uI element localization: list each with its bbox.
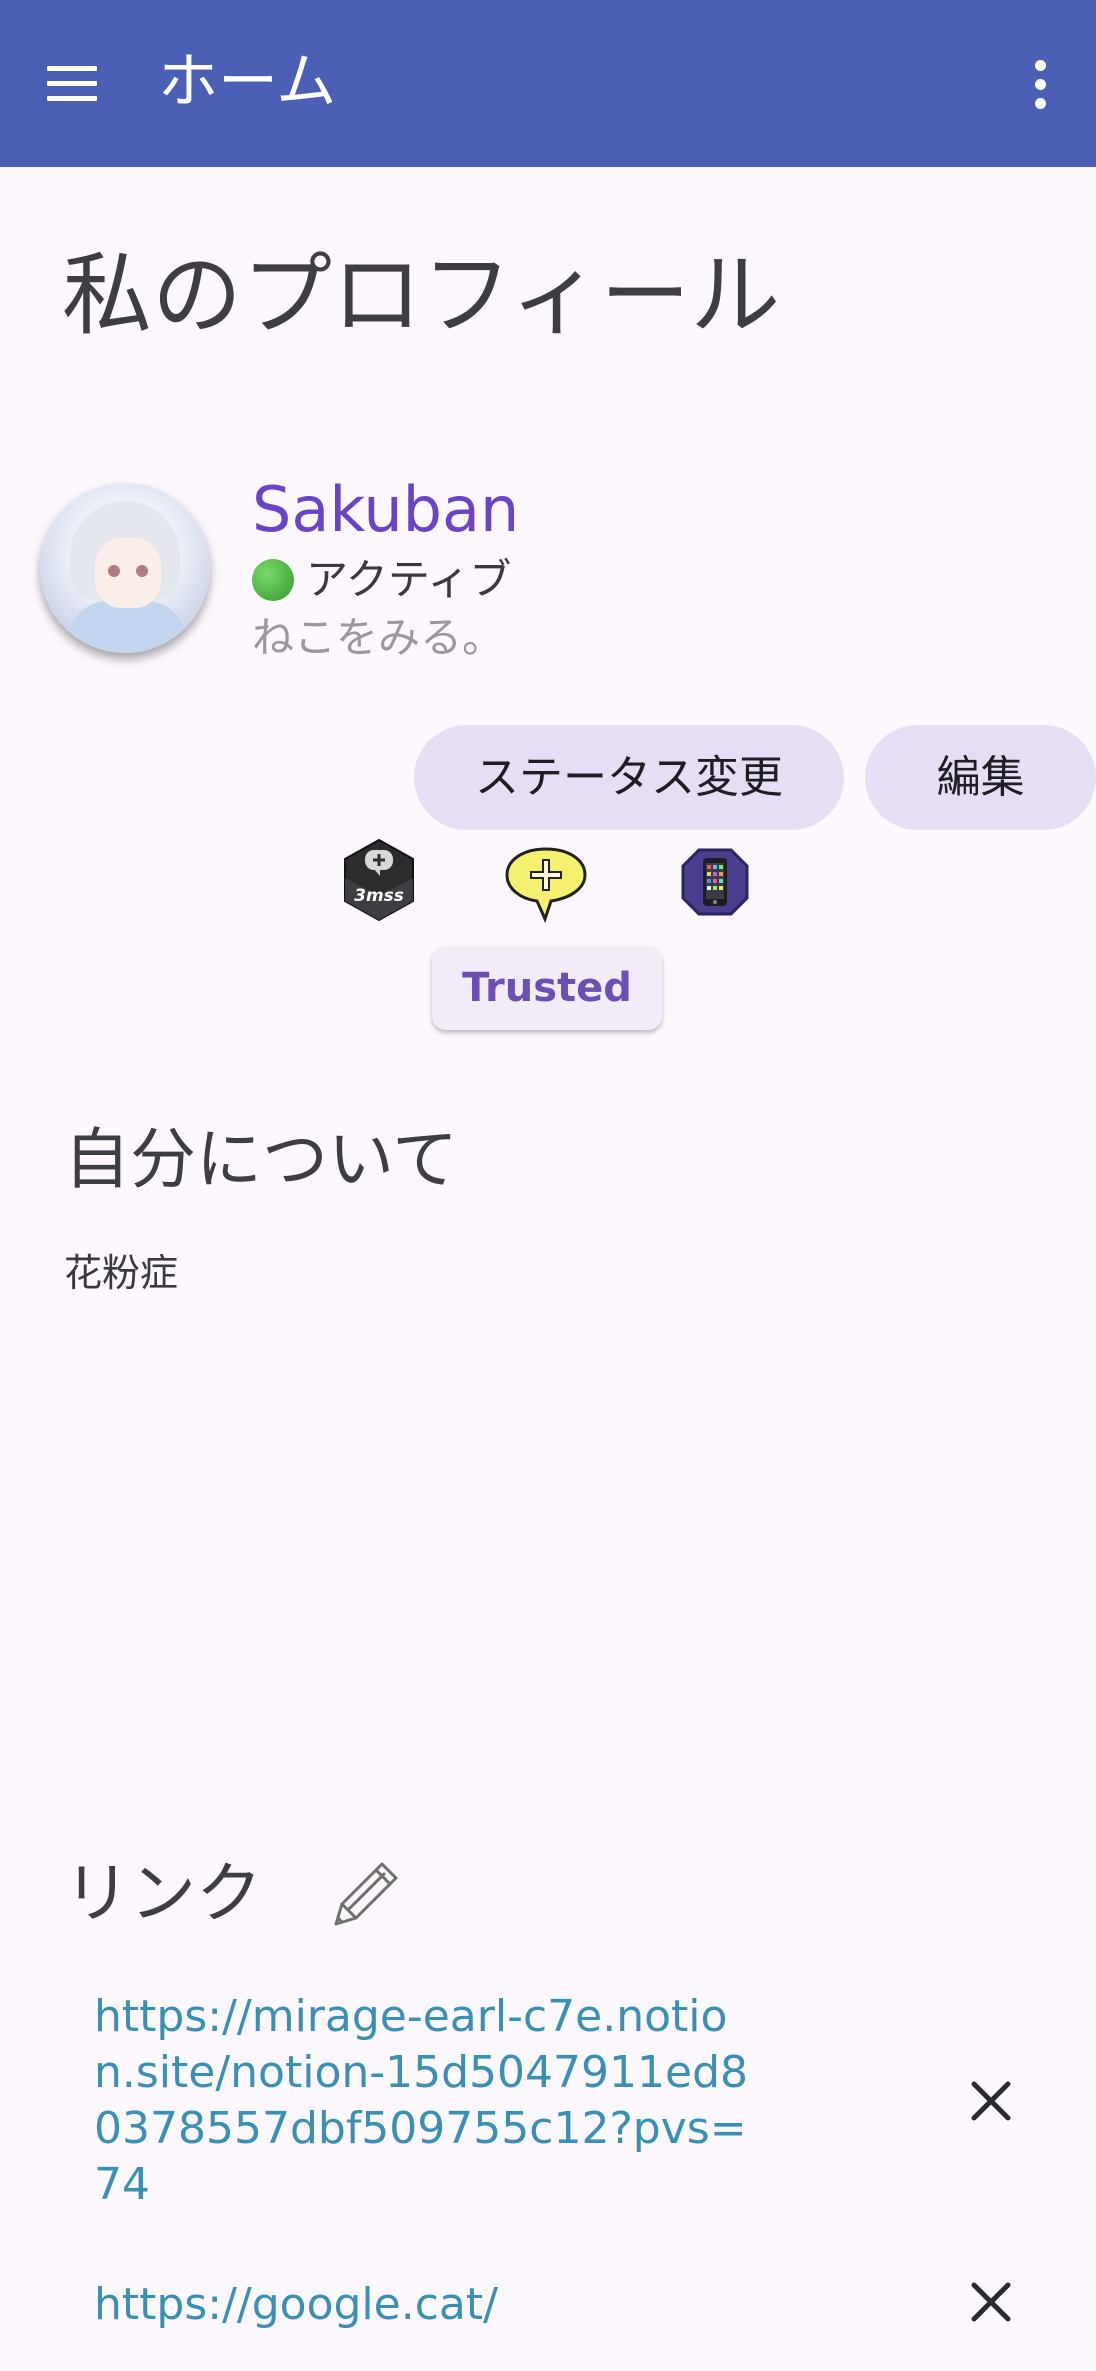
links-heading: リンク — [64, 1855, 262, 1932]
link-url[interactable]: https://mirage-earl-c7e.notion.site/noti… — [94, 1989, 754, 2213]
username: Sakuban — [252, 473, 520, 546]
close-icon[interactable] — [960, 2271, 1022, 2333]
app-bar: ホーム — [0, 0, 1096, 167]
plus-speech-badge-icon[interactable] — [503, 845, 589, 923]
hamburger-menu-icon[interactable] — [30, 45, 114, 121]
badge-hex-text: 3mss — [354, 886, 404, 906]
close-icon[interactable] — [960, 2070, 1022, 2132]
about-text: 花粉症 — [64, 1251, 179, 1295]
status-label: アクティブ — [306, 555, 512, 604]
pencil-icon[interactable] — [326, 1858, 402, 1934]
change-status-button[interactable]: ステータス変更 — [414, 725, 844, 830]
phone-badge-icon[interactable] — [681, 848, 749, 916]
about-heading: 自分について — [64, 1121, 459, 1198]
status-description: ねこをみる。 — [252, 613, 505, 662]
status-line: アクティブ — [252, 552, 511, 608]
page-title: 私のプロフィール — [62, 243, 781, 348]
avatar[interactable] — [40, 483, 210, 653]
speech-hex-badge-icon[interactable]: 3mss — [342, 838, 416, 922]
link-url[interactable]: https://google.cat/ — [94, 2277, 754, 2333]
edit-profile-button[interactable]: 編集 — [865, 725, 1096, 830]
trust-tag: Trusted — [432, 946, 662, 1030]
app-bar-title: ホーム — [158, 47, 337, 117]
more-options-icon[interactable] — [1010, 48, 1070, 120]
status-dot-icon — [252, 559, 294, 601]
